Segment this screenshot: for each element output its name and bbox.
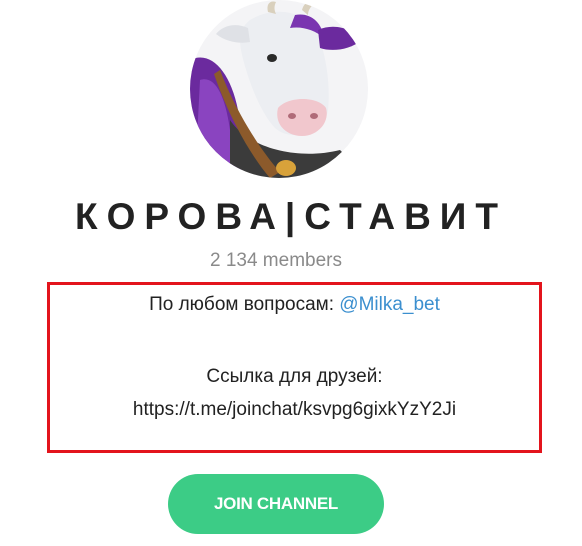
contact-mention-link[interactable]: @Milka_bet bbox=[339, 294, 440, 315]
join-channel-button[interactable]: JOIN CHANNEL bbox=[168, 474, 384, 534]
description-line-contact: По любом вопросам: @Milka_bet bbox=[50, 293, 539, 317]
description-line-friends: Ссылка для друзей: bbox=[206, 366, 383, 387]
channel-description-highlight: По любом вопросам: @Milka_bet Ссылка для… bbox=[47, 282, 542, 453]
channel-title: КОРОВА|СТАВИТ bbox=[75, 196, 507, 237]
invite-link-text: https://t.me/joinchat/ksvpg6gixkYzY2Ji bbox=[132, 399, 457, 420]
cow-avatar-image bbox=[190, 0, 368, 178]
channel-avatar bbox=[190, 0, 368, 178]
contact-prefix: По любом вопросам: bbox=[149, 294, 340, 315]
member-count: 2 134 members bbox=[209, 250, 342, 271]
